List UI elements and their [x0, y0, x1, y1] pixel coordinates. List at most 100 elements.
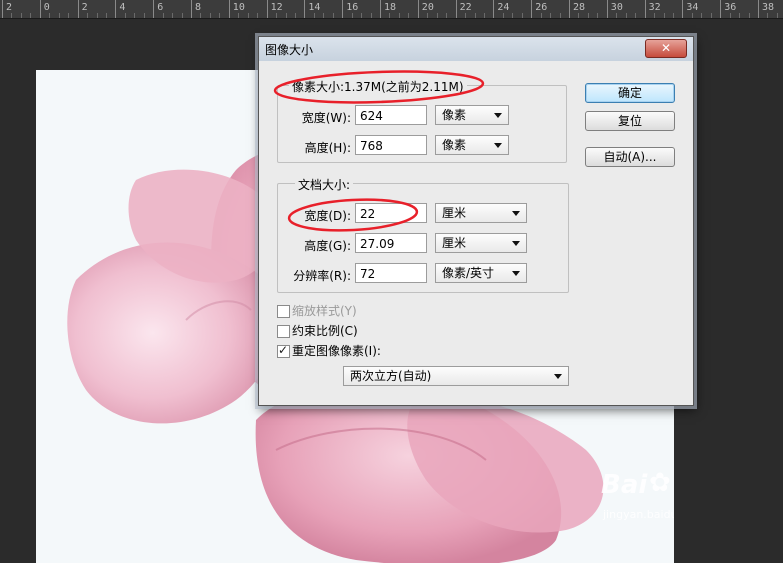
- pixel-height-label: 高度(H):: [304, 141, 351, 155]
- ruler-minor-tick: [578, 13, 580, 18]
- doc-height-input[interactable]: 27.09: [355, 233, 427, 253]
- ruler-minor-tick: [105, 13, 107, 18]
- ruler-minor-tick: [654, 13, 656, 18]
- ruler-tick: 12: [266, 0, 283, 18]
- pixel-height-unit-value: 像素: [442, 138, 467, 152]
- ruler-minor-tick: [465, 13, 467, 18]
- resolution-label: 分辨率(R):: [293, 269, 351, 283]
- pixel-width-input[interactable]: 624: [355, 105, 427, 125]
- watermark: Bai ✿ 经验 jingyan.baidu.com: [601, 468, 674, 560]
- doc-width-unit-value: 厘米: [442, 206, 467, 220]
- ruler-tick: 18: [380, 0, 396, 18]
- ruler-tick-label: 30: [610, 2, 623, 13]
- ruler-minor-tick: [691, 13, 693, 18]
- ruler-minor-tick: [474, 13, 476, 18]
- ruler-minor-tick: [294, 13, 296, 18]
- pixel-height-unit-select[interactable]: 像素: [435, 135, 509, 155]
- ruler-minor-tick: [276, 13, 278, 18]
- ruler-tick-label: 32: [648, 2, 661, 13]
- ruler-tick-label: 4: [119, 2, 126, 13]
- ruler-minor-tick: [209, 13, 211, 18]
- constrain-proportions-label: 约束比例(C): [292, 324, 358, 338]
- doc-width-unit-select[interactable]: 厘米: [435, 203, 527, 223]
- close-button[interactable]: ✕: [645, 39, 687, 58]
- ruler-tick: 30: [606, 0, 623, 18]
- ruler-minor-tick: [512, 13, 514, 18]
- watermark-paw-icon: ✿: [649, 468, 671, 498]
- auto-button[interactable]: 自动(A)...: [585, 147, 675, 167]
- ruler-minor-tick: [483, 13, 485, 18]
- ruler-tick-label: 6: [157, 2, 164, 13]
- ok-button[interactable]: 确定: [585, 83, 675, 103]
- watermark-url: jingyan.baidu.com: [603, 508, 674, 521]
- pixel-height-input[interactable]: 768: [355, 135, 427, 155]
- resolution-unit-select[interactable]: 像素/英寸: [435, 263, 527, 283]
- pixel-width-label: 宽度(W):: [301, 111, 351, 125]
- ruler-tick: 0: [39, 0, 50, 18]
- ruler-minor-tick: [446, 13, 448, 18]
- doc-width-input[interactable]: 22: [355, 203, 427, 223]
- ruler-tick: 20: [417, 0, 434, 18]
- scale-styles-label: 缩放样式(Y): [292, 304, 357, 318]
- ruler-tick-label: 28: [573, 2, 586, 13]
- ruler-minor-tick: [559, 13, 561, 18]
- ruler-tick-label: 24: [497, 2, 510, 13]
- ruler-tick: 22: [455, 0, 472, 18]
- reset-button[interactable]: 复位: [585, 111, 675, 131]
- doc-height-unit-select[interactable]: 厘米: [435, 233, 527, 253]
- ruler-minor-tick: [257, 13, 259, 18]
- ruler-tick: 14: [304, 0, 320, 18]
- resample-checkbox[interactable]: [277, 343, 290, 358]
- ruler-minor-tick: [285, 13, 287, 18]
- ruler-minor-tick: [247, 13, 249, 18]
- ruler-minor-tick: [616, 13, 618, 18]
- ruler-minor-tick: [672, 13, 674, 18]
- ruler-tick: 16: [342, 0, 358, 18]
- close-icon: ✕: [660, 41, 672, 55]
- ruler-tick: 32: [644, 0, 661, 18]
- scale-styles-checkbox[interactable]: [277, 305, 290, 318]
- doc-height-label: 高度(G):: [304, 239, 351, 253]
- dialog-titlebar[interactable]: 图像大小 ✕: [259, 37, 693, 61]
- ruler-minor-tick: [172, 13, 174, 18]
- ruler-minor-tick: [663, 13, 665, 18]
- ruler-minor-tick: [96, 13, 98, 18]
- ruler-minor-tick: [635, 13, 637, 18]
- ruler-minor-tick: [389, 13, 391, 18]
- chevron-down-icon: [512, 241, 520, 246]
- chevron-down-icon: [494, 143, 502, 148]
- ruler-minor-tick: [87, 13, 89, 18]
- ruler-minor-tick: [162, 13, 164, 18]
- ruler-tick-label: 8: [195, 2, 202, 13]
- horizontal-ruler: 2 0 2 4 6 8 10 12 14 16 18 20 22 24 26 28 30 32 34 36 38: [0, 0, 783, 19]
- ruler-minor-tick: [124, 13, 126, 18]
- ruler-tick: 36: [720, 0, 736, 18]
- document-size-header: 文档大小:: [295, 176, 354, 193]
- ruler-minor-tick: [550, 13, 552, 18]
- constrain-proportions-checkbox[interactable]: [277, 325, 290, 338]
- ruler-tick: 2: [2, 0, 12, 18]
- ruler-minor-tick: [710, 13, 712, 18]
- ruler-tick: 34: [682, 0, 698, 18]
- ruler-minor-tick: [502, 13, 504, 18]
- ruler-minor-tick: [181, 13, 183, 18]
- chevron-down-icon: [554, 374, 562, 379]
- ruler-minor-tick: [30, 13, 32, 18]
- resolution-input[interactable]: 72: [355, 263, 427, 283]
- ruler-tick: 8: [191, 0, 201, 18]
- ruler-minor-tick: [767, 13, 769, 18]
- ruler-tick-label: 22: [459, 2, 472, 13]
- resample-method-select[interactable]: 两次立方(自动): [343, 366, 569, 386]
- ruler-minor-tick: [540, 13, 542, 18]
- ruler-tick-label: 18: [384, 2, 397, 13]
- ruler-minor-tick: [49, 13, 51, 18]
- ruler-minor-tick: [370, 13, 372, 18]
- ruler-minor-tick: [323, 13, 325, 18]
- ruler-tick-label: 26: [535, 2, 548, 13]
- pixel-dimensions-header: 像素大小:1.37M(之前为2.11M): [289, 78, 467, 95]
- ruler-tick-label: 16: [346, 2, 359, 13]
- ruler-minor-tick: [625, 13, 627, 18]
- ruler-tick-label: 36: [724, 2, 737, 13]
- ruler-minor-tick: [134, 13, 136, 18]
- pixel-width-unit-select[interactable]: 像素: [435, 105, 509, 125]
